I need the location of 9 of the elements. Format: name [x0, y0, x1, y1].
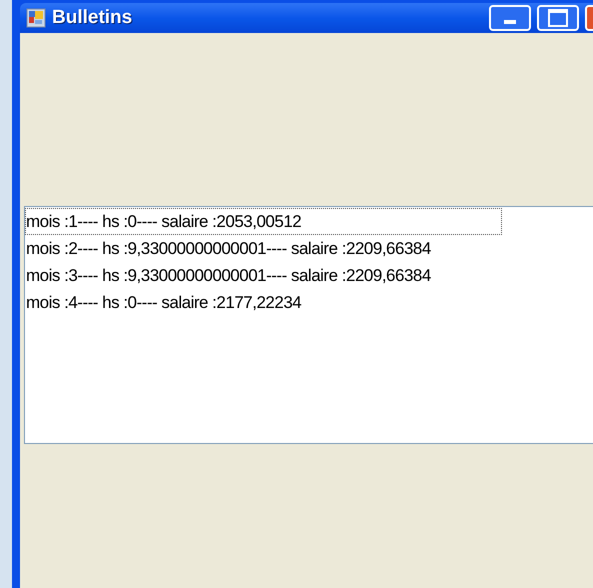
list-item[interactable]: mois :1---- hs :0---- salaire :2053,00512 — [25, 208, 502, 235]
list-item[interactable]: mois :2---- hs :9,33000000000001---- salaire :2209,66384 — [25, 235, 593, 262]
minimize-button[interactable] — [488, 5, 531, 31]
list-box[interactable]: mois :1---- hs :0---- salaire :2053,00512 mois :2---- hs :9,33000000000001---- salaire :2209,66384 mois :3---- hs :9,33000000000001---- salaire :2209,66384 mois :4---- hs :0---- salaire :2177,22234 — [24, 206, 593, 444]
app-icon — [26, 8, 46, 28]
maximize-button[interactable] — [536, 5, 579, 31]
list-item[interactable]: mois :4---- hs :0---- salaire :2177,22234 — [25, 289, 502, 316]
window-title: Bulletins — [52, 6, 132, 30]
list-item[interactable]: mois :3---- hs :9,33000000000001---- salaire :2209,66384 — [25, 262, 593, 289]
